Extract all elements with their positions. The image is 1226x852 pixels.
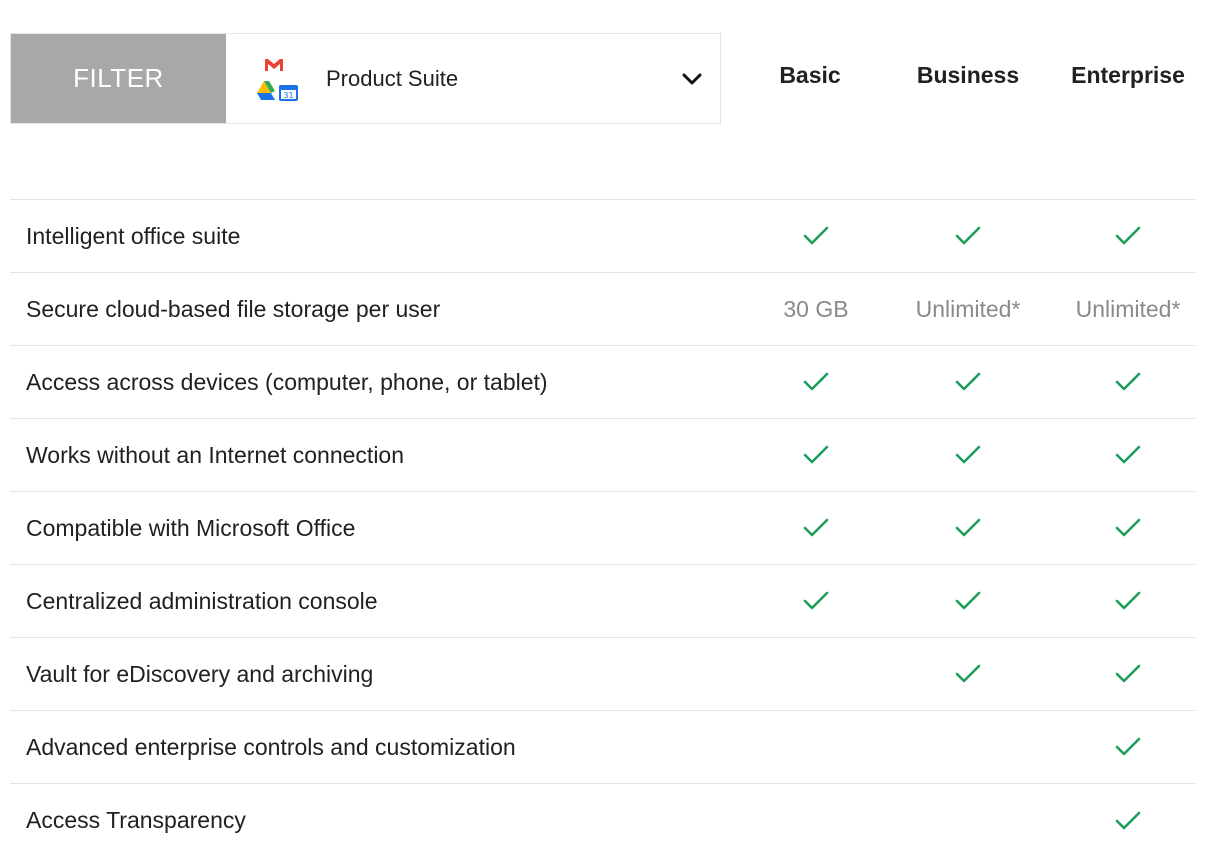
feature-name: Vault for eDiscovery and archiving xyxy=(26,660,374,687)
feature-name: Advanced enterprise controls and customi… xyxy=(26,733,516,760)
product-suite-value: Product Suite xyxy=(326,65,459,91)
checkmark-icon xyxy=(766,346,866,418)
table-row: Secure cloud-based file storage per user… xyxy=(10,273,1195,346)
empty-cell xyxy=(766,638,866,710)
feature-name: Secure cloud-based file storage per user xyxy=(26,295,441,322)
feature-comparison-table: Intelligent office suite Secure cloud-bas… xyxy=(10,199,1195,852)
checkmark-icon xyxy=(1058,638,1198,710)
checkmark-icon xyxy=(903,565,1033,637)
feature-name: Compatible with Microsoft Office xyxy=(26,514,356,541)
value-enterprise: Unlimited* xyxy=(1075,295,1181,322)
feature-name: Intelligent office suite xyxy=(26,222,241,249)
table-row: Access across devices (computer, phone, … xyxy=(10,346,1195,419)
feature-name: Access Transparency xyxy=(26,807,246,833)
table-row: Centralized administration console xyxy=(10,565,1195,638)
checkmark-icon xyxy=(1058,565,1198,637)
checkmark-icon xyxy=(903,492,1033,564)
svg-text:31: 31 xyxy=(283,91,293,100)
checkmark-icon xyxy=(1058,784,1198,852)
checkmark-icon xyxy=(903,346,1033,418)
feature-name: Works without an Internet connection xyxy=(26,441,405,468)
table-row: Works without an Internet connection xyxy=(10,419,1195,492)
checkmark-icon xyxy=(766,419,866,491)
checkmark-icon xyxy=(903,638,1033,710)
table-row: Vault for eDiscovery and archiving xyxy=(10,638,1195,711)
feature-name: Access across devices (computer, phone, … xyxy=(26,368,548,395)
plan-header-basic: Basic xyxy=(779,62,841,88)
product-suite-dropdown[interactable]: 31 Product Suite xyxy=(226,34,720,123)
table-row: Advanced enterprise controls and customi… xyxy=(10,711,1195,784)
empty-cell xyxy=(766,711,866,783)
checkmark-icon xyxy=(903,419,1033,491)
checkmark-icon xyxy=(1058,711,1198,783)
value-basic: 30 GB xyxy=(783,295,849,322)
empty-cell xyxy=(903,711,1033,783)
checkmark-icon xyxy=(1058,200,1198,272)
pricing-comparison-page: FILTER 31 Product Suite Basic Business E… xyxy=(0,0,1226,852)
checkmark-icon xyxy=(766,565,866,637)
filter-bar: FILTER 31 Product Suite xyxy=(10,33,721,124)
table-row: Intelligent office suite xyxy=(10,200,1195,273)
checkmark-icon xyxy=(903,200,1033,272)
value-business: Unlimited* xyxy=(915,295,1021,322)
filter-label: FILTER xyxy=(11,34,226,123)
table-row: Access Transparency xyxy=(10,784,1195,852)
chevron-down-icon xyxy=(680,67,704,91)
plan-header-enterprise: Enterprise xyxy=(1071,62,1185,88)
checkmark-icon xyxy=(1058,492,1198,564)
empty-cell xyxy=(766,784,866,852)
checkmark-icon xyxy=(1058,419,1198,491)
checkmark-icon xyxy=(766,492,866,564)
feature-name: Centralized administration console xyxy=(26,587,378,614)
plan-header-business: Business xyxy=(916,62,1020,88)
google-workspace-suite-icon: 31 xyxy=(248,53,304,105)
empty-cell xyxy=(903,784,1033,852)
checkmark-icon xyxy=(1058,346,1198,418)
checkmark-icon xyxy=(766,200,866,272)
table-row: Compatible with Microsoft Office xyxy=(10,492,1195,565)
